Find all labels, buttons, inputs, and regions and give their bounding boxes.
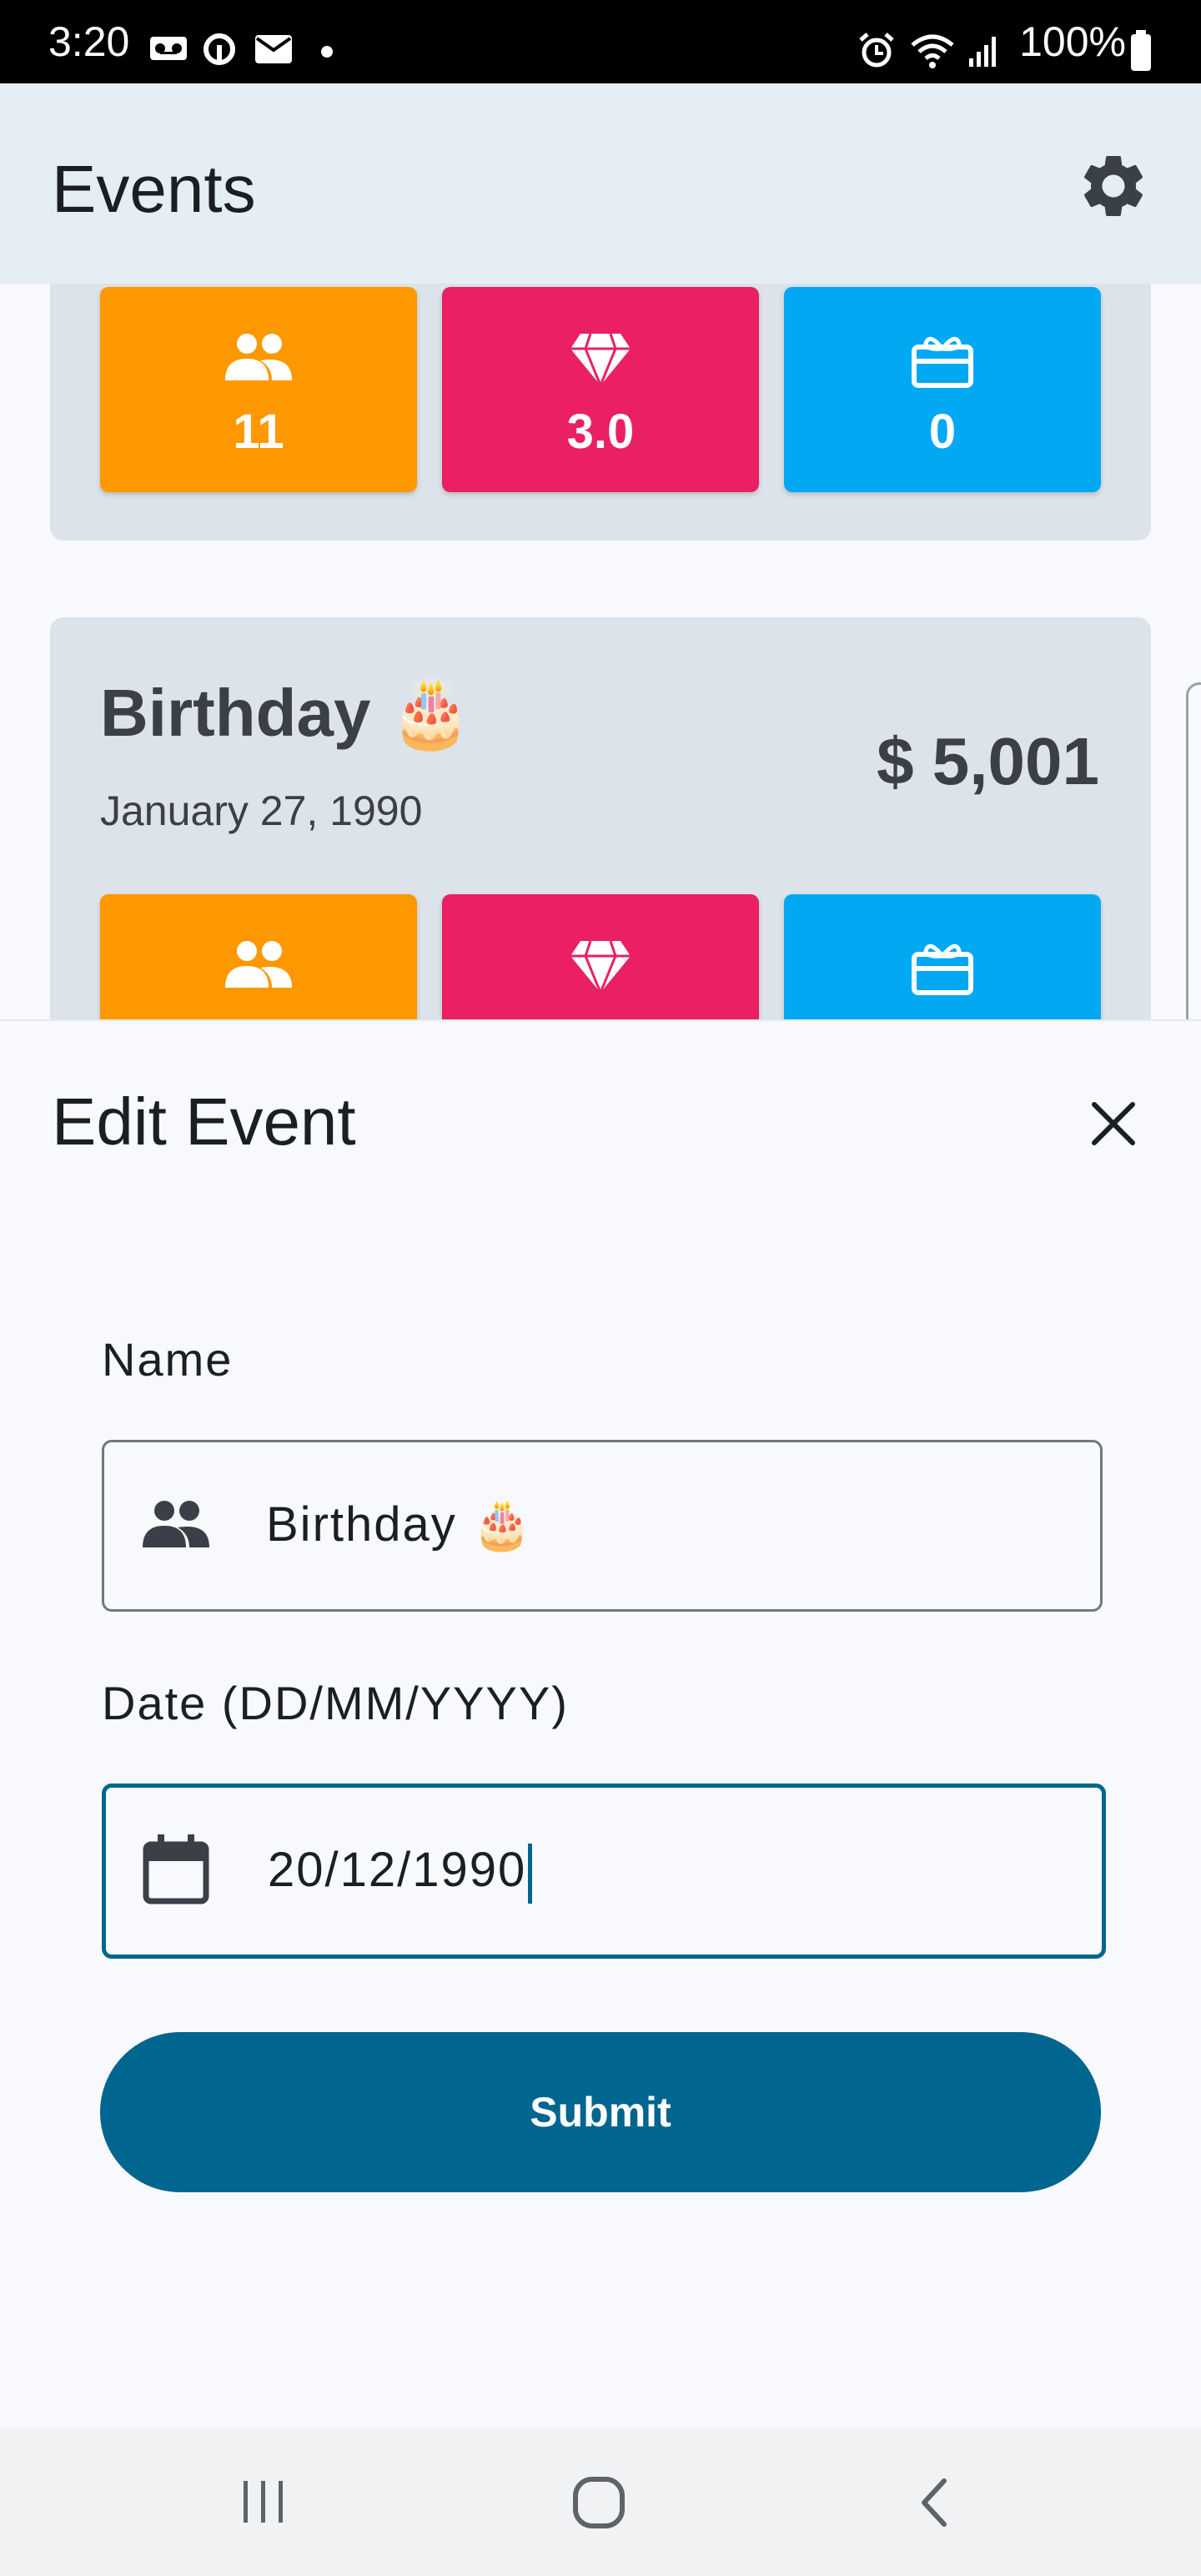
- name-field[interactable]: Birthday 🎂: [102, 1440, 1103, 1612]
- date-field[interactable]: 20/12/1990: [102, 1784, 1106, 1959]
- status-time: 3:20: [48, 18, 130, 65]
- mail-icon: [255, 35, 292, 63]
- date-label: Date (DD/MM/YYYY): [102, 1677, 569, 1729]
- gift-card-icon: [911, 939, 974, 996]
- back-icon[interactable]: [911, 2476, 957, 2529]
- page-title: Events: [52, 152, 256, 226]
- signal-icon: [967, 33, 1001, 68]
- gifts-tile[interactable]: 0: [784, 287, 1101, 492]
- date-value: 20/12/1990: [268, 1841, 533, 1904]
- name-value: Birthday 🎂: [266, 1497, 535, 1552]
- people-icon: [141, 1499, 211, 1549]
- status-bar: 3:20 100%: [0, 0, 1201, 83]
- calendar-icon: [143, 1834, 209, 1904]
- gifts-count: 0: [928, 405, 957, 459]
- rating-value: 3.0: [566, 405, 635, 459]
- alarm-icon: [857, 32, 896, 70]
- diamond-icon: [569, 332, 632, 387]
- edit-event-sheet: Edit Event Name Birthday 🎂 Date (DD/MM/Y…: [0, 1019, 1201, 2429]
- gear-icon[interactable]: [1076, 148, 1151, 224]
- battery-icon: [1129, 30, 1153, 72]
- dot-icon: [320, 45, 334, 58]
- submit-button[interactable]: Submit: [100, 2032, 1101, 2192]
- close-icon[interactable]: [1076, 1086, 1151, 1161]
- event-card[interactable]: 11 3.0 0: [50, 250, 1151, 541]
- navigation-bar: [0, 2428, 1201, 2576]
- data-saver-icon: [202, 32, 237, 67]
- event-date: January 27, 1990: [100, 787, 423, 834]
- event-card-birthday[interactable]: Birthday 🎂 January 27, 1990 $ 5,001: [50, 617, 1151, 1099]
- home-icon[interactable]: [572, 2476, 626, 2529]
- guests-tile[interactable]: 11: [100, 287, 417, 492]
- diamond-icon: [569, 939, 632, 994]
- scroll-handle[interactable]: [1186, 682, 1201, 1063]
- gift-card-icon: [911, 332, 974, 389]
- people-icon: [224, 939, 294, 989]
- people-icon: [224, 332, 294, 382]
- wifi-icon: [909, 32, 956, 70]
- guests-count: 11: [233, 405, 284, 459]
- text-caret: [528, 1843, 533, 1904]
- app-bar: Events: [0, 83, 1201, 284]
- recents-icon[interactable]: [239, 2476, 289, 2526]
- event-amount: $ 5,001: [877, 724, 1099, 798]
- voicemail-icon: [148, 33, 188, 63]
- event-name: Birthday 🎂: [100, 676, 473, 750]
- sheet-title: Edit Event: [52, 1084, 356, 1159]
- rating-tile[interactable]: 3.0: [442, 287, 759, 492]
- battery-percent: 100%: [1019, 18, 1126, 65]
- name-label: Name: [102, 1333, 234, 1386]
